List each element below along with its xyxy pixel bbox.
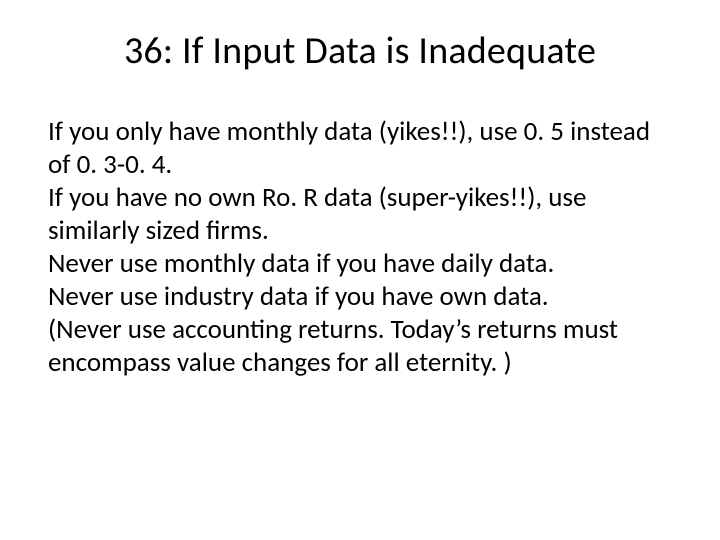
body-paragraph: If you have no own Ro. R data (super-yik… <box>48 182 672 248</box>
body-paragraph: Never use monthly data if you have daily… <box>48 248 672 281</box>
slide: 36: If Input Data is Inadequate If you o… <box>0 0 720 540</box>
body-paragraph: Never use industry data if you have own … <box>48 281 672 314</box>
body-paragraph: (Never use accounting returns. Today’s r… <box>48 314 672 380</box>
slide-body: If you only have monthly data (yikes!!),… <box>48 116 672 380</box>
slide-title: 36: If Input Data is Inadequate <box>48 28 672 74</box>
body-paragraph: If you only have monthly data (yikes!!),… <box>48 116 672 182</box>
